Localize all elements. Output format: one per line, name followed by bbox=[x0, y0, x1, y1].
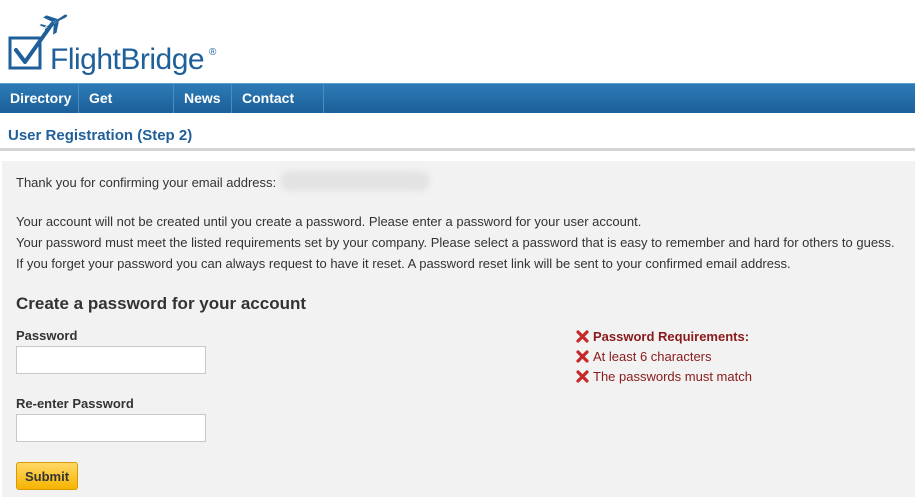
x-icon bbox=[576, 369, 589, 383]
page-title: User Registration (Step 2) bbox=[8, 127, 193, 144]
requirements-heading-label: Password Requirements: bbox=[593, 328, 750, 344]
requirement-item: The passwords must match bbox=[576, 368, 752, 384]
nav-contact-us[interactable]: Contact Us bbox=[232, 84, 324, 134]
x-icon bbox=[576, 349, 589, 363]
submit-button[interactable]: Submit bbox=[16, 462, 78, 490]
intro-line-3: If you forget your password you can alwa… bbox=[16, 256, 791, 271]
confirm-email-text: Thank you for confirming your email addr… bbox=[16, 175, 277, 190]
title-divider bbox=[0, 148, 915, 151]
nav-directory[interactable]: Directory bbox=[0, 84, 79, 113]
registered-mark: ® bbox=[209, 47, 217, 58]
password-input[interactable] bbox=[16, 346, 206, 374]
intro-line-2: Your password must meet the listed requi… bbox=[16, 235, 895, 250]
requirement-label: The passwords must match bbox=[593, 368, 752, 384]
intro-line-1: Your account will not be created until y… bbox=[16, 214, 642, 229]
form-heading: Create a password for your account bbox=[16, 294, 307, 313]
main-nav: Directory Get Started News Contact Us bbox=[0, 83, 915, 134]
x-icon bbox=[576, 329, 589, 343]
content-panel bbox=[2, 161, 915, 497]
brand-name: FlightBridge bbox=[50, 43, 205, 76]
requirement-item: At least 6 characters bbox=[576, 348, 712, 364]
brand-logo[interactable]: FlightBridge ® bbox=[8, 10, 228, 76]
reenter-password-input[interactable] bbox=[16, 414, 206, 442]
redacted-email bbox=[280, 171, 430, 191]
reenter-password-label: Re-enter Password bbox=[16, 396, 134, 411]
password-label: Password bbox=[16, 328, 78, 343]
password-requirements-heading: Password Requirements: bbox=[576, 328, 749, 344]
nav-news[interactable]: News bbox=[174, 84, 232, 113]
requirement-label: At least 6 characters bbox=[593, 348, 712, 364]
nav-get-started[interactable]: Get Started bbox=[79, 84, 174, 134]
